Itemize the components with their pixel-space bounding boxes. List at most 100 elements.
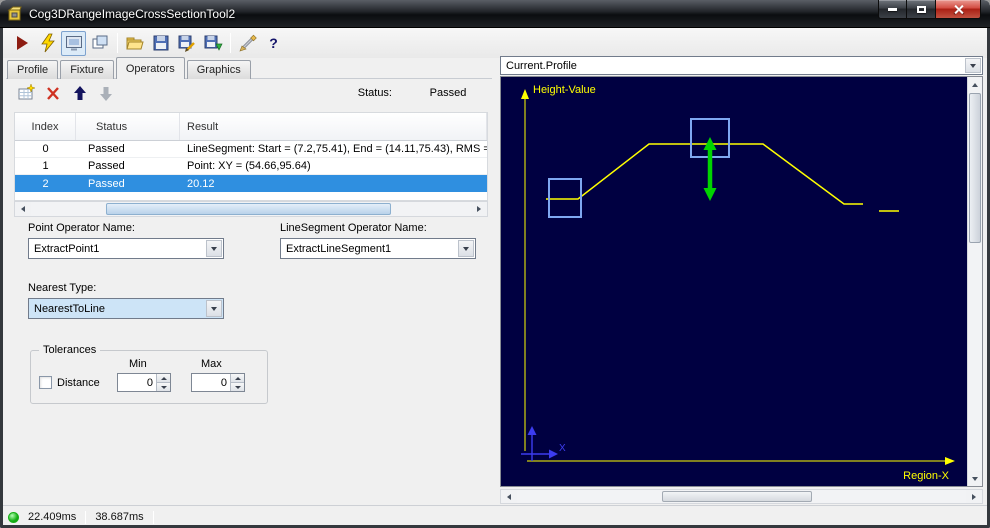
point-operator-combo[interactable]: ExtractPoint1 xyxy=(28,238,224,259)
scroll-thumb[interactable] xyxy=(969,93,981,243)
app-icon xyxy=(7,6,22,20)
maximize-icon xyxy=(916,5,926,13)
tab-operators[interactable]: Operators xyxy=(115,57,185,79)
cell-status: Passed xyxy=(88,160,125,172)
cell-status: Passed xyxy=(88,177,125,190)
help-button[interactable]: ? xyxy=(261,31,286,56)
tab-fixture[interactable]: Fixture xyxy=(60,60,114,79)
electric-run-button[interactable] xyxy=(35,31,60,56)
float-window-button[interactable] xyxy=(87,31,112,56)
right-arrow-icon xyxy=(477,206,481,212)
signature-button[interactable] xyxy=(235,31,260,56)
table-row[interactable]: 1 Passed Point: XY = (54.66,95.64) xyxy=(15,158,487,175)
point-operator-label: Point Operator Name: xyxy=(28,222,135,234)
open-file-button[interactable] xyxy=(122,31,147,56)
add-operator-icon xyxy=(18,83,36,99)
maximize-button[interactable] xyxy=(907,0,936,19)
status-indicator xyxy=(8,511,19,523)
signature-icon xyxy=(238,34,257,52)
cell-result: Point: XY = (54.66,95.64) xyxy=(187,160,311,172)
status-value: Passed xyxy=(429,87,467,99)
scroll-up-button[interactable] xyxy=(968,77,982,92)
scroll-right-button[interactable] xyxy=(966,490,982,503)
profile-selector-combo[interactable]: Current.Profile xyxy=(500,56,983,75)
tab-graphics[interactable]: Graphics xyxy=(186,60,251,79)
delete-operator-button[interactable] xyxy=(43,83,63,103)
profile-chart[interactable]: Height-Value Region-X X xyxy=(501,77,967,486)
down-arrow-icon xyxy=(234,385,241,389)
left-arrow-icon xyxy=(507,493,511,500)
profile-selector-value: Current.Profile xyxy=(506,60,577,72)
chevron-down-icon xyxy=(463,246,469,251)
close-button[interactable] xyxy=(936,0,981,19)
dropdown-button[interactable] xyxy=(458,240,474,257)
export-icon xyxy=(204,35,223,51)
nearest-type-combo[interactable]: NearestToLine xyxy=(28,298,224,319)
save-button[interactable] xyxy=(148,31,173,56)
min-spinner[interactable]: 0 xyxy=(117,373,171,392)
float-window-icon xyxy=(92,35,107,49)
scroll-track[interactable] xyxy=(517,490,966,503)
down-arrow-icon xyxy=(160,385,167,389)
left-arrow-icon xyxy=(21,206,25,212)
svg-text:Height-Value: Height-Value xyxy=(533,84,596,96)
svg-text:X: X xyxy=(559,443,566,454)
scroll-thumb[interactable] xyxy=(106,203,391,215)
scroll-thumb[interactable] xyxy=(662,491,812,502)
scroll-down-button[interactable] xyxy=(968,471,982,486)
move-down-icon xyxy=(100,86,112,101)
dropdown-button[interactable] xyxy=(206,300,222,317)
dropdown-button[interactable] xyxy=(965,58,981,73)
export-button[interactable] xyxy=(200,31,225,56)
svg-text:Region-X: Region-X xyxy=(903,470,950,482)
minimize-button[interactable] xyxy=(878,0,907,19)
main-toolbar: ? xyxy=(3,28,987,58)
spin-up-button[interactable] xyxy=(230,374,244,383)
spin-down-button[interactable] xyxy=(156,383,170,391)
open-file-icon xyxy=(125,37,144,50)
table-row[interactable]: 0 Passed LineSegment: Start = (7.2,75.41… xyxy=(15,141,487,158)
linesegment-operator-combo[interactable]: ExtractLineSegment1 xyxy=(280,238,476,259)
max-spinner[interactable]: 0 xyxy=(191,373,245,392)
max-value[interactable]: 0 xyxy=(221,377,227,389)
column-header-result[interactable]: Result xyxy=(180,113,487,140)
scroll-track[interactable] xyxy=(31,202,471,216)
table-row-selected[interactable]: 2 Passed 20.12 xyxy=(15,175,487,192)
scroll-left-button[interactable] xyxy=(501,490,517,503)
cell-result: LineSegment: Start = (7.2,75.41), End = … xyxy=(187,143,487,155)
nearest-type-value: NearestToLine xyxy=(34,303,105,315)
toolbar-separator xyxy=(230,33,231,53)
run-button[interactable] xyxy=(9,31,34,56)
linesegment-operator-label: LineSegment Operator Name: xyxy=(280,222,427,234)
scroll-track[interactable] xyxy=(968,92,982,471)
scroll-left-button[interactable] xyxy=(15,202,31,216)
distance-checkbox[interactable] xyxy=(39,376,52,389)
run-icon xyxy=(16,36,28,50)
titlebar[interactable]: Cog3DRangeImageCrossSectionTool2 xyxy=(0,0,990,28)
min-value[interactable]: 0 xyxy=(147,377,153,389)
column-header-status[interactable]: Status xyxy=(76,113,180,140)
scroll-right-button[interactable] xyxy=(471,202,487,216)
cell-index: 1 xyxy=(42,160,49,172)
add-operator-button[interactable] xyxy=(16,83,36,103)
chevron-down-icon xyxy=(970,63,976,68)
run-time-2: 38.687ms xyxy=(95,511,144,523)
spin-up-button[interactable] xyxy=(156,374,170,383)
save-as-button[interactable] xyxy=(174,31,199,56)
statusbar-divider xyxy=(152,510,154,524)
move-down-button[interactable] xyxy=(96,83,116,103)
column-header-index[interactable]: Index xyxy=(15,113,76,140)
statusbar: 22.409ms 38.687ms xyxy=(0,505,990,528)
profile-chart-panel[interactable]: Height-Value Region-X X xyxy=(500,76,983,487)
save-icon xyxy=(153,35,168,51)
nearest-type-label: Nearest Type: xyxy=(28,282,97,294)
dropdown-button[interactable] xyxy=(206,240,222,257)
image-display-icon xyxy=(65,36,82,51)
results-table: Index Status Result 0 Passed LineSegment… xyxy=(14,112,488,201)
tab-profile[interactable]: Profile xyxy=(7,60,59,79)
move-up-button[interactable] xyxy=(70,83,90,103)
chart-hscrollbar xyxy=(500,489,983,504)
image-display-button[interactable] xyxy=(61,30,86,56)
spin-down-button[interactable] xyxy=(230,383,244,391)
cell-result: 20.12 xyxy=(187,177,215,190)
